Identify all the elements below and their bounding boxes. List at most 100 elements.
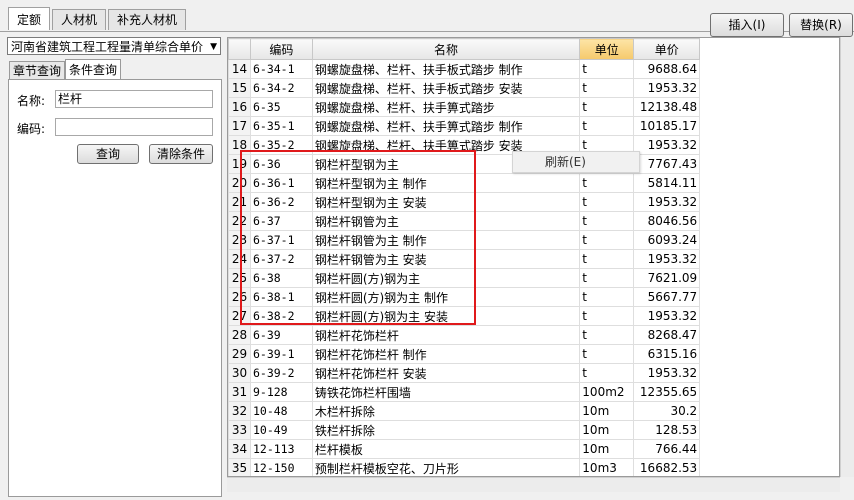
code-cell[interactable]: 6-37-2 — [249, 249, 313, 269]
code-input[interactable] — [55, 118, 213, 136]
row-number-cell[interactable]: 33 — [228, 420, 251, 440]
name-cell[interactable]: 预制栏杆模板空花、刀片形 — [311, 458, 581, 476]
code-cell[interactable]: 6-35 — [249, 97, 313, 117]
price-cell[interactable]: 5667.77 — [633, 287, 701, 307]
price-cell[interactable]: 1953.32 — [633, 249, 701, 269]
horizontal-scrollbar[interactable] — [227, 477, 840, 492]
unit-cell[interactable]: t — [579, 78, 635, 98]
tab-labor-material-machine[interactable]: 人材机 — [52, 9, 107, 30]
row-number-cell[interactable]: 26 — [228, 287, 251, 307]
insert-button[interactable]: 插入(I) — [710, 13, 784, 37]
price-cell[interactable]: 1953.32 — [633, 363, 701, 383]
table-row[interactable]: 35 12-150 预制栏杆模板空花、刀片形 10m3 16682.53 — [228, 458, 839, 476]
row-number-cell[interactable]: 14 — [228, 59, 251, 79]
code-cell[interactable]: 12-113 — [249, 439, 313, 459]
price-cell[interactable]: 766.44 — [633, 439, 701, 459]
row-number-cell[interactable]: 20 — [228, 173, 251, 193]
price-cell[interactable]: 8268.47 — [633, 325, 701, 345]
code-cell[interactable]: 9-128 — [249, 382, 313, 402]
name-input[interactable]: 栏杆 — [55, 90, 213, 108]
row-number-cell[interactable]: 16 — [228, 97, 251, 117]
price-cell[interactable]: 10185.17 — [633, 116, 701, 136]
table-row[interactable]: 32 10-48 木栏杆拆除 10m 30.2 — [228, 401, 839, 421]
row-number-cell[interactable]: 29 — [228, 344, 251, 364]
unit-cell[interactable]: t — [579, 211, 635, 231]
table-row[interactable]: 24 6-37-2 钢栏杆钢管为主 安装 t 1953.32 — [228, 249, 839, 269]
table-row[interactable]: 15 6-34-2 钢螺旋盘梯、栏杆、扶手板式踏步 安装 t 1953.32 — [228, 78, 839, 98]
unit-cell[interactable]: 100m2 — [579, 382, 635, 402]
price-cell[interactable]: 30.2 — [633, 401, 701, 421]
price-cell[interactable]: 5814.11 — [633, 173, 701, 193]
row-number-cell[interactable]: 19 — [228, 154, 251, 174]
code-cell[interactable]: 10-49 — [249, 420, 313, 440]
query-button[interactable]: 查询 — [77, 144, 139, 164]
unit-cell[interactable]: t — [579, 173, 635, 193]
unit-cell[interactable]: t — [579, 116, 635, 136]
table-row[interactable]: 25 6-38 钢栏杆圆(方)钢为主 t 7621.09 — [228, 268, 839, 288]
table-row[interactable]: 31 9-128 铸铁花饰栏杆围墙 100m2 12355.65 — [228, 382, 839, 402]
table-row[interactable]: 14 6-34-1 钢螺旋盘梯、栏杆、扶手板式踏步 制作 t 9688.64 — [228, 59, 839, 79]
table-row[interactable]: 23 6-37-1 钢栏杆钢管为主 制作 t 6093.24 — [228, 230, 839, 250]
code-cell[interactable]: 6-37-1 — [249, 230, 313, 250]
price-cell[interactable]: 12138.48 — [633, 97, 701, 117]
price-cell[interactable]: 1953.32 — [633, 192, 701, 212]
row-number-cell[interactable]: 15 — [228, 78, 251, 98]
row-number-cell[interactable]: 34 — [228, 439, 251, 459]
code-cell[interactable]: 6-34-1 — [249, 59, 313, 79]
table-row[interactable]: 21 6-36-2 钢栏杆型钢为主 安装 t 1953.32 — [228, 192, 839, 212]
name-cell[interactable]: 钢螺旋盘梯、栏杆、扶手板式踏步 制作 — [311, 59, 581, 79]
name-cell[interactable]: 钢栏杆型钢为主 安装 — [311, 192, 581, 212]
unit-cell[interactable]: t — [579, 97, 635, 117]
row-number-cell[interactable]: 21 — [228, 192, 251, 212]
table-row[interactable]: 30 6-39-2 钢栏杆花饰栏杆 安装 t 1953.32 — [228, 363, 839, 383]
code-cell[interactable]: 6-36-2 — [249, 192, 313, 212]
header-price[interactable]: 单价 — [633, 38, 701, 60]
table-row[interactable]: 22 6-37 钢栏杆钢管为主 t 8046.56 — [228, 211, 839, 231]
unit-cell[interactable]: t — [579, 59, 635, 79]
unit-cell[interactable]: t — [579, 306, 635, 326]
code-cell[interactable]: 6-36 — [249, 154, 313, 174]
name-cell[interactable]: 钢栏杆圆(方)钢为主 — [311, 268, 581, 288]
unit-cell[interactable]: t — [579, 249, 635, 269]
row-number-cell[interactable]: 35 — [228, 458, 251, 476]
name-cell[interactable]: 钢螺旋盘梯、栏杆、扶手箅式踏步 制作 — [311, 116, 581, 136]
code-cell[interactable]: 6-38-1 — [249, 287, 313, 307]
name-cell[interactable]: 栏杆模板 — [311, 439, 581, 459]
code-cell[interactable]: 6-36-1 — [249, 173, 313, 193]
code-cell[interactable]: 6-35-1 — [249, 116, 313, 136]
unit-cell[interactable]: 10m — [579, 420, 635, 440]
name-cell[interactable]: 钢螺旋盘梯、栏杆、扶手箅式踏步 — [311, 97, 581, 117]
price-cell[interactable]: 1953.32 — [633, 78, 701, 98]
code-cell[interactable]: 6-35-2 — [249, 135, 313, 155]
code-cell[interactable]: 10-48 — [249, 401, 313, 421]
row-number-cell[interactable]: 25 — [228, 268, 251, 288]
price-cell[interactable]: 1953.32 — [633, 135, 701, 155]
table-row[interactable]: 26 6-38-1 钢栏杆圆(方)钢为主 制作 t 5667.77 — [228, 287, 839, 307]
code-cell[interactable]: 12-150 — [249, 458, 313, 476]
header-row-number[interactable] — [228, 38, 251, 60]
code-cell[interactable]: 6-39 — [249, 325, 313, 345]
unit-cell[interactable]: 10m — [579, 401, 635, 421]
header-name[interactable]: 名称 — [311, 38, 581, 60]
row-number-cell[interactable]: 18 — [228, 135, 251, 155]
header-code[interactable]: 编码 — [249, 38, 313, 60]
vertical-scrollbar[interactable] — [840, 37, 854, 477]
code-cell[interactable]: 6-38 — [249, 268, 313, 288]
price-cell[interactable]: 128.53 — [633, 420, 701, 440]
row-number-cell[interactable]: 22 — [228, 211, 251, 231]
row-number-cell[interactable]: 30 — [228, 363, 251, 383]
code-cell[interactable]: 6-39-2 — [249, 363, 313, 383]
clear-conditions-button[interactable]: 清除条件 — [149, 144, 213, 164]
price-cell[interactable]: 7767.43 — [633, 154, 701, 174]
name-cell[interactable]: 铁栏杆拆除 — [311, 420, 581, 440]
row-number-cell[interactable]: 23 — [228, 230, 251, 250]
unit-cell[interactable]: t — [579, 287, 635, 307]
unit-cell[interactable]: 10m — [579, 439, 635, 459]
row-number-cell[interactable]: 32 — [228, 401, 251, 421]
unit-cell[interactable]: t — [579, 363, 635, 383]
row-number-cell[interactable]: 17 — [228, 116, 251, 136]
name-cell[interactable]: 钢栏杆钢管为主 安装 — [311, 249, 581, 269]
name-cell[interactable]: 钢螺旋盘梯、栏杆、扶手板式踏步 安装 — [311, 78, 581, 98]
tab-condition-query[interactable]: 条件查询 — [65, 59, 122, 80]
table-row[interactable]: 29 6-39-1 钢栏杆花饰栏杆 制作 t 6315.16 — [228, 344, 839, 364]
